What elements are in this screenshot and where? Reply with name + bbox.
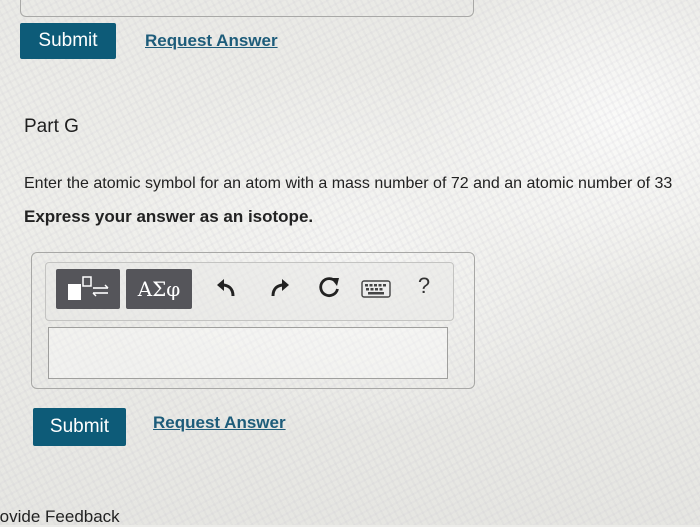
keyboard-button[interactable] — [360, 275, 392, 303]
greek-symbols-button[interactable]: ΑΣφ — [126, 269, 192, 309]
question-text: Enter the atomic symbol for an atom with… — [24, 175, 673, 192]
keyboard-icon — [361, 280, 391, 298]
help-button[interactable]: ? — [410, 271, 438, 301]
previous-submit-button[interactable]: Submit — [20, 23, 116, 59]
answer-input[interactable] — [48, 327, 448, 379]
provide-feedback-link[interactable]: rovide Feedback — [0, 507, 120, 527]
reset-button[interactable] — [314, 273, 344, 303]
help-icon: ? — [417, 273, 431, 298]
templates-icon — [68, 276, 109, 300]
templates-button[interactable] — [56, 269, 120, 309]
redo-button[interactable] — [266, 275, 294, 303]
part-title: Part G — [24, 116, 79, 137]
greek-symbols-label: ΑΣφ — [137, 277, 181, 301]
previous-answer-panel-edge — [20, 0, 474, 17]
previous-request-answer-link[interactable]: Request Answer — [145, 31, 278, 51]
redo-icon — [271, 279, 289, 297]
submit-button[interactable]: Submit — [33, 408, 126, 446]
submit-label: Submit — [49, 416, 110, 437]
previous-submit-label: Submit — [38, 30, 98, 51]
instruction-text: Express your answer as an isotope. — [24, 207, 314, 226]
reset-icon — [319, 277, 339, 297]
math-toolbar: ΑΣφ ? — [45, 262, 454, 321]
request-answer-link[interactable]: Request Answer — [153, 413, 286, 433]
undo-icon — [217, 279, 235, 297]
undo-button[interactable] — [212, 275, 240, 303]
